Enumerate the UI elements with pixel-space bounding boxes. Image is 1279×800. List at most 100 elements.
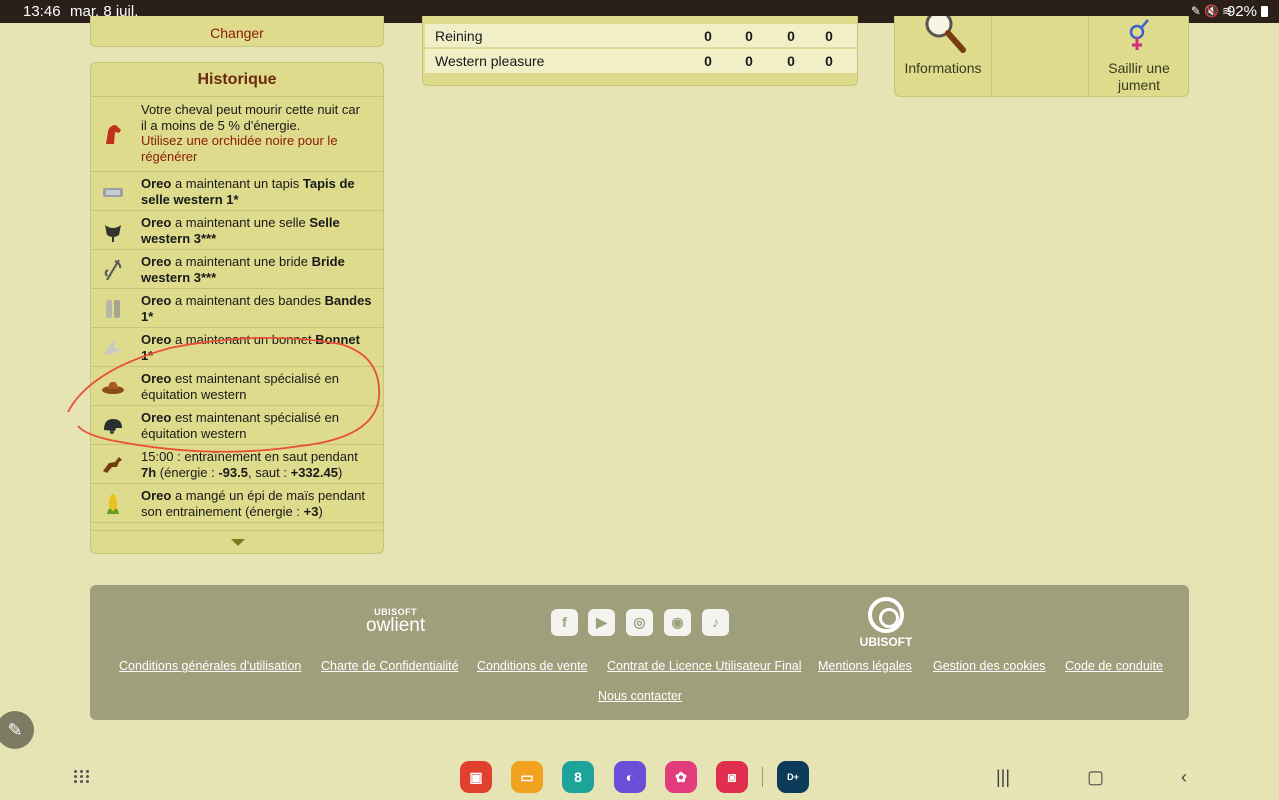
gender-icon: [1129, 19, 1149, 50]
ubisoft-logo-word: UBISOFT: [859, 635, 913, 649]
stats-value: 0: [787, 53, 795, 69]
files-app-icon[interactable]: ▭: [511, 761, 543, 793]
stats-value: 0: [745, 53, 753, 69]
bandages-icon: [106, 300, 120, 318]
stats-value: 0: [825, 28, 833, 44]
saillir-label-line1: Saillir une: [1108, 60, 1170, 76]
calendar-app-icon[interactable]: 8: [562, 761, 594, 793]
battery-icon: [1261, 6, 1268, 17]
chevron-down-icon: [231, 539, 245, 546]
saut-value: +332.45: [290, 464, 338, 480]
informations-button[interactable]: Informations: [895, 16, 992, 96]
list-item: Oreo a maintenant des bandes Bandes 1*: [91, 289, 383, 328]
tiktok-icon[interactable]: ♪: [702, 609, 729, 636]
horse-head-icon: [106, 125, 121, 144]
notes-app-icon[interactable]: ▣: [460, 761, 492, 793]
item-name: Bandes: [324, 293, 372, 308]
list-item: Oreo a maintenant une bride Bride wester…: [91, 250, 383, 289]
footer-link-contact[interactable]: Nous contacter: [598, 689, 682, 703]
footer-link-code-conduite[interactable]: Code de conduite: [1065, 659, 1163, 673]
saillir-label-line2: jument: [1117, 77, 1161, 93]
browser-app-icon[interactable]: ◐: [614, 761, 646, 793]
pencil-icon: ✎: [7, 720, 23, 740]
horse-name: Oreo: [141, 293, 172, 308]
training-duration: 7h: [141, 464, 157, 480]
stats-row-western-pleasure: Western pleasure 0 0 0 0: [425, 49, 857, 73]
footer-link-mentions[interactable]: Mentions légales: [818, 659, 912, 673]
list-item: Oreo a maintenant un tapis Tapis de sell…: [91, 172, 383, 211]
horse-name: Oreo: [141, 488, 172, 503]
footer-link-conditions-vente[interactable]: Conditions de vente: [477, 659, 588, 673]
footer-link-confidentialite[interactable]: Charte de Confidentialité: [321, 659, 459, 673]
stats-value: 0: [745, 28, 753, 44]
stats-value: 0: [825, 53, 833, 69]
status-time: 13:46: [23, 3, 61, 20]
home-button[interactable]: ▢: [1087, 767, 1104, 788]
list-item: Oreo a mangé un épi de maïs pendant son …: [91, 484, 383, 523]
footer: UBISOFT owlient f ▶ ◎ ◉ ♪ UBISOFT Condit…: [90, 585, 1189, 720]
item-name: selle western 1*: [141, 191, 239, 207]
gallery-app-icon[interactable]: ✿: [665, 761, 697, 793]
back-button[interactable]: ‹: [1181, 767, 1187, 788]
mute-icon: 🔇: [1203, 4, 1222, 18]
informations-label: Informations: [904, 60, 982, 76]
change-panel: Changer: [90, 16, 384, 47]
stats-value: 0: [787, 28, 795, 44]
stats-row-reining: Reining 0 0 0 0: [425, 24, 857, 48]
history-text: ): [337, 464, 343, 480]
historique-title: Historique: [91, 63, 383, 97]
footer-link-cookies[interactable]: Gestion des cookies: [933, 659, 1046, 673]
history-text: a maintenant une selle: [171, 215, 310, 230]
recent-apps-button[interactable]: |||: [996, 767, 1010, 788]
pen-icon: ✎: [1190, 4, 1204, 18]
horse-name: Oreo: [141, 176, 172, 191]
disney-plus-app-icon[interactable]: D+: [777, 761, 809, 793]
facebook-icon[interactable]: f: [551, 609, 578, 636]
battery-level: 92%: [1226, 3, 1257, 20]
bridle-icon: [104, 259, 122, 281]
list-item: Oreo a maintenant une selle Selle wester…: [91, 211, 383, 250]
item-name: Bride: [311, 254, 345, 269]
history-text: , saut :: [247, 464, 291, 480]
discord-icon[interactable]: ◉: [664, 609, 691, 636]
footer-link-cgu[interactable]: Conditions générales d'utilisation: [119, 659, 301, 673]
history-text: (énergie :: [156, 464, 219, 480]
ubisoft-logo[interactable]: UBISOFT: [856, 597, 916, 649]
historique-more-button[interactable]: [91, 530, 383, 554]
stats-value: 0: [704, 53, 712, 69]
edit-pencil-button[interactable]: ✎: [0, 711, 34, 749]
changer-link[interactable]: Changer: [91, 25, 383, 41]
calendar-day: 8: [574, 769, 582, 785]
saddle-pad-icon: [103, 188, 123, 197]
stats-row-name: Western pleasure: [435, 53, 545, 69]
horse-actions-panel: Informations Saillir une jument: [894, 16, 1189, 97]
camera-app-icon[interactable]: ◙: [716, 761, 748, 793]
horse-name: Oreo: [141, 254, 172, 269]
android-taskbar: ▣ ▭ 8 ◐ ✿ ◙ D+ ||| ▢ ‹: [0, 750, 1279, 800]
history-text: son entrainement (énergie :: [141, 503, 304, 519]
youtube-icon[interactable]: ▶: [588, 609, 615, 636]
hand-drawn-circle-annotation: [67, 336, 381, 453]
empty-action-cell: [992, 16, 1089, 96]
item-name: Tapis de: [302, 176, 355, 191]
instagram-icon[interactable]: ◎: [626, 609, 653, 636]
saillir-jument-button[interactable]: Saillir une jument: [1090, 16, 1188, 96]
history-text: a mangé un épi de maïs pendant: [171, 488, 366, 503]
app-drawer-icon[interactable]: [74, 770, 92, 784]
history-text: ): [318, 503, 323, 519]
history-text: a maintenant une bride: [171, 254, 312, 269]
owlient-logo-word: owlient: [366, 615, 426, 636]
taskbar-separator: [762, 767, 763, 787]
history-text: Votre cheval peut mourir cette nuit car: [141, 102, 360, 117]
energy-value: -93.5: [218, 464, 248, 480]
stats-value: 0: [704, 28, 712, 44]
saddle-icon: [105, 225, 121, 242]
history-text: il a moins de 5 % d'énergie.: [141, 117, 301, 133]
history-text: a maintenant des bandes: [171, 293, 325, 308]
historique-panel: Historique Votre cheval peut mourir cett…: [90, 62, 384, 554]
list-item: Votre cheval peut mourir cette nuit car …: [91, 98, 383, 172]
corn-icon: [107, 494, 119, 514]
history-text: a maintenant un tapis: [171, 176, 303, 191]
footer-link-licence[interactable]: Contrat de Licence Utilisateur Final: [607, 659, 802, 673]
owlient-logo[interactable]: UBISOFT owlient: [366, 607, 425, 637]
